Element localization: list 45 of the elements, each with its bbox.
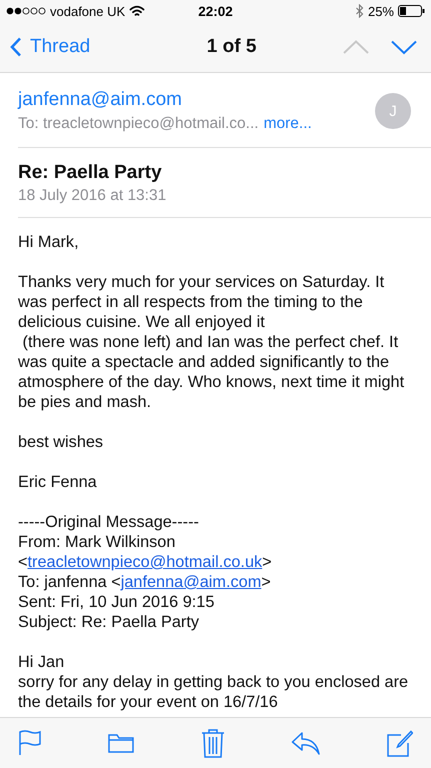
- back-chevron-icon: [10, 37, 22, 57]
- bluetooth-icon: [354, 4, 364, 18]
- body-text: To: janfenna <: [18, 573, 121, 591]
- more-link[interactable]: more...: [264, 115, 312, 132]
- body-text: was quite a spectacle and added significantly to the: [18, 352, 390, 372]
- reply-arrow-icon[interactable]: [290, 731, 321, 755]
- body-text: Thanks very much for your services on Saturday. It: [18, 272, 386, 292]
- message-counter: 1 of 5: [206, 36, 256, 58]
- back-button[interactable]: Thread: [10, 36, 90, 58]
- body-text: Subject: Re: Paella Party: [18, 612, 200, 632]
- signal-icon: [6, 7, 46, 15]
- body-text: delicious cuisine. We all enjoyed it: [18, 312, 266, 332]
- recipient-line: To: treacletownpieco@hotmail.co...: [18, 115, 259, 132]
- avatar-initial: J: [375, 93, 411, 129]
- body-text: Hi Jan: [18, 652, 66, 672]
- body-text: Sent: Fri, 10 Jun 2016 9:15: [18, 592, 216, 612]
- body-text: atmosphere of the day. Who knows, next time it might: [18, 372, 406, 392]
- battery-icon: [398, 5, 425, 17]
- body-text: <: [18, 553, 28, 571]
- email-link[interactable]: treacletownpieco@hotmail.co.uk: [28, 553, 262, 571]
- body-text: Eric Fenna: [18, 472, 98, 492]
- subject-title: Re: Paella Party: [18, 162, 163, 184]
- battery-percent: 25%: [368, 4, 394, 18]
- body-text: the details for your event on 16/7/16: [18, 692, 279, 712]
- compose-icon[interactable]: [387, 730, 413, 756]
- body-text: (there was none left) and Ian was the perfect chef. It: [22, 332, 400, 352]
- body-text: -----Original Message-----: [18, 512, 200, 532]
- carrier-name: vodafone UK: [50, 4, 126, 18]
- body-text: was perfect in all respects from the timing to the: [18, 292, 364, 312]
- body-text: >: [261, 573, 271, 591]
- clock-time: 22:02: [198, 4, 233, 18]
- body-text: sorry for any delay in getting back to you enclosed are: [18, 672, 410, 692]
- body-text: be pies and mash.: [18, 392, 152, 412]
- email-link[interactable]: janfenna@aim.com: [120, 573, 262, 591]
- wifi-icon: [129, 5, 146, 17]
- sender-address[interactable]: janfenna@aim.com: [18, 89, 312, 111]
- body-text: best wishes: [18, 432, 104, 452]
- folder-icon[interactable]: [108, 732, 134, 754]
- flag-icon[interactable]: [18, 730, 42, 756]
- trash-icon[interactable]: [200, 728, 224, 758]
- body-text: Hi Mark,: [18, 232, 80, 252]
- message-date: 18 July 2016 at 13:31: [18, 187, 168, 205]
- body-text: From: Mark Wilkinson: [18, 532, 176, 552]
- body-text: >: [262, 553, 272, 571]
- down-chevron-icon[interactable]: [390, 40, 417, 54]
